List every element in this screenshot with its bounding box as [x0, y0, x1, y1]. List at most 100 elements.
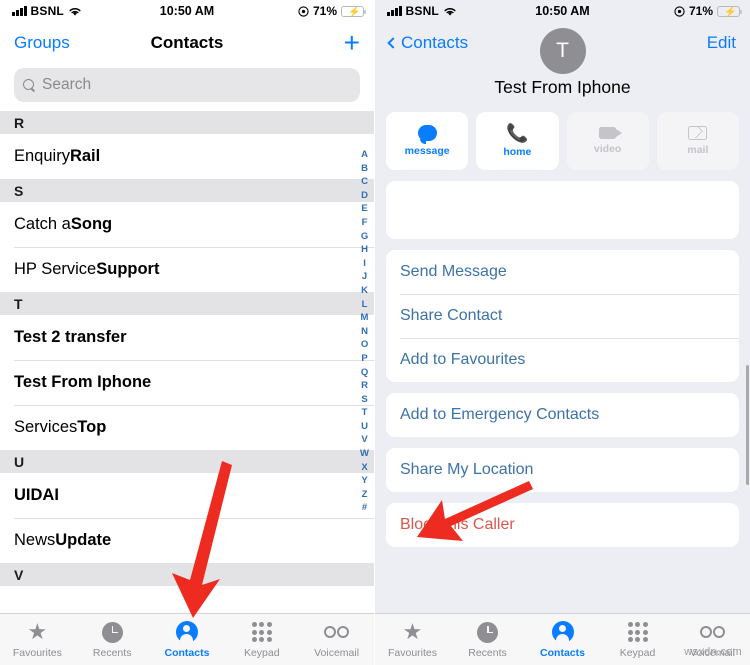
index-letter[interactable]: V [361, 433, 367, 447]
contact-row[interactable]: News Update [0, 518, 374, 563]
contact-row[interactable]: HP Service Support [0, 247, 374, 292]
quick-action-home[interactable]: 📞 home [476, 112, 559, 170]
index-letter[interactable]: B [361, 162, 368, 176]
search-placeholder: Search [42, 76, 92, 93]
tab-contacts[interactable]: Contacts [150, 621, 225, 659]
index-letter[interactable]: Y [361, 474, 367, 488]
contact-last-name: UIDAI [14, 486, 59, 504]
tab-icon [700, 621, 725, 644]
quick-action-label: home [503, 146, 532, 158]
quick-action-video: video [566, 112, 649, 170]
carrier-label: BSNL [30, 4, 64, 18]
search-input[interactable]: Search [14, 68, 360, 102]
status-bar: BSNL 10:50 AM 71% ⚡ [0, 0, 374, 22]
signal-bars-icon [387, 6, 402, 16]
contact-last-name: Test 2 transfer [14, 328, 127, 346]
tab-favourites[interactable]: ★ Favourites [0, 621, 75, 659]
add-to-emergency-contacts-option[interactable]: Add to Emergency Contacts [386, 393, 739, 437]
share-contact-option[interactable]: Share Contact [386, 294, 739, 338]
star-icon: ★ [27, 619, 48, 644]
contact-name: Test From Iphone [494, 77, 631, 97]
section-header: S [0, 179, 374, 202]
index-letter[interactable]: W [360, 447, 369, 461]
tab-label: Voicemail [314, 646, 360, 659]
index-letter[interactable]: M [361, 311, 369, 325]
index-letter[interactable]: I [363, 257, 366, 271]
tab-label: Keypad [243, 646, 280, 659]
section-header: R [0, 111, 374, 134]
contact-first-name: Enquiry [14, 147, 70, 165]
tab-icon [627, 621, 648, 644]
index-letter[interactable]: E [361, 202, 367, 216]
index-letter[interactable]: K [361, 284, 368, 298]
quick-action-message[interactable]: message [386, 112, 469, 170]
contact-row[interactable]: Test 2 transfer [0, 315, 374, 360]
bottom-tab-bar: ★ Favourites Recents Contacts Keypad Voicemai… [0, 613, 374, 665]
tab-contacts[interactable]: Contacts [525, 621, 600, 659]
voicemail-icon [324, 626, 350, 638]
tab-icon [175, 621, 198, 644]
tab-icon: ★ [28, 621, 48, 644]
add-to-favourites-option[interactable]: Add to Favourites [386, 338, 739, 382]
index-letter[interactable]: J [362, 270, 367, 284]
edit-button[interactable]: Edit [707, 33, 736, 53]
contact-first-name: Catch a [14, 215, 71, 233]
index-letter[interactable]: R [361, 379, 368, 393]
person-circle-icon [175, 621, 198, 643]
index-letter[interactable]: U [361, 420, 368, 434]
tab-keypad[interactable]: Keypad [224, 621, 299, 659]
index-letter[interactable]: O [361, 338, 368, 352]
tab-keypad[interactable]: Keypad [600, 621, 675, 659]
add-contact-button[interactable]: + [344, 29, 360, 57]
index-letter[interactable]: T [362, 406, 368, 420]
keypad-icon [627, 622, 648, 642]
index-letter[interactable]: S [361, 393, 367, 407]
index-letter[interactable]: A [361, 148, 368, 162]
index-letter[interactable]: L [362, 298, 368, 312]
tab-label: Favourites [12, 646, 62, 659]
index-letter[interactable]: F [362, 216, 368, 230]
tab-voicemail[interactable]: Voicemail [299, 621, 374, 659]
index-letter[interactable]: H [361, 243, 368, 257]
wifi-icon [69, 7, 81, 16]
video-camera-icon [599, 127, 623, 139]
contacts-list-screen: BSNL 10:50 AM 71% ⚡ Groups Contacts + Se… [0, 0, 375, 665]
clock-icon [101, 621, 123, 643]
battery-charging-icon: ⚡ [717, 5, 742, 18]
envelope-icon [688, 126, 708, 140]
wifi-icon [444, 7, 456, 16]
tab-recents[interactable]: Recents [75, 621, 150, 659]
avatar: T [539, 28, 586, 74]
contact-last-name: Song [70, 215, 113, 233]
index-letter[interactable]: N [361, 325, 368, 339]
contact-row[interactable]: Services Top [0, 405, 374, 450]
quick-action-label: video [593, 143, 622, 155]
index-letter[interactable]: Q [361, 366, 368, 380]
back-to-contacts-button[interactable]: Contacts [387, 33, 469, 53]
index-letter[interactable]: G [361, 230, 368, 244]
contact-row[interactable]: Test From Iphone [0, 360, 374, 405]
tab-recents[interactable]: Recents [450, 621, 525, 659]
contact-row[interactable]: UIDAI [0, 473, 374, 518]
send-message-option[interactable]: Send Message [386, 250, 739, 294]
tab-favourites[interactable]: ★ Favourites [375, 621, 450, 659]
contact-row[interactable]: Catch a Song [0, 202, 374, 247]
share-my-location-option[interactable]: Share My Location [386, 448, 739, 492]
search-icon [23, 79, 35, 91]
index-letter[interactable]: D [361, 189, 368, 203]
groups-button[interactable]: Groups [14, 33, 70, 53]
back-label: Contacts [401, 33, 469, 52]
index-letter[interactable]: X [361, 461, 367, 475]
battery-charging-icon: ⚡ [341, 5, 366, 18]
tab-icon [477, 621, 498, 644]
index-letter[interactable]: Z [362, 488, 368, 502]
alphabet-index[interactable]: A B C D E F G H I J K L M N O P Q R S T U V W X Y Z # [360, 148, 369, 515]
scroll-indicator[interactable] [746, 365, 749, 485]
contact-row[interactable]: Enquiry Rail [0, 134, 374, 179]
message-bubble-icon [417, 125, 437, 144]
index-letter[interactable]: # [362, 501, 367, 515]
block-this-caller-option[interactable]: Block this Caller [386, 503, 739, 547]
index-letter[interactable]: C [361, 175, 368, 189]
index-letter[interactable]: P [361, 352, 367, 366]
tab-label: Keypad [619, 646, 656, 659]
